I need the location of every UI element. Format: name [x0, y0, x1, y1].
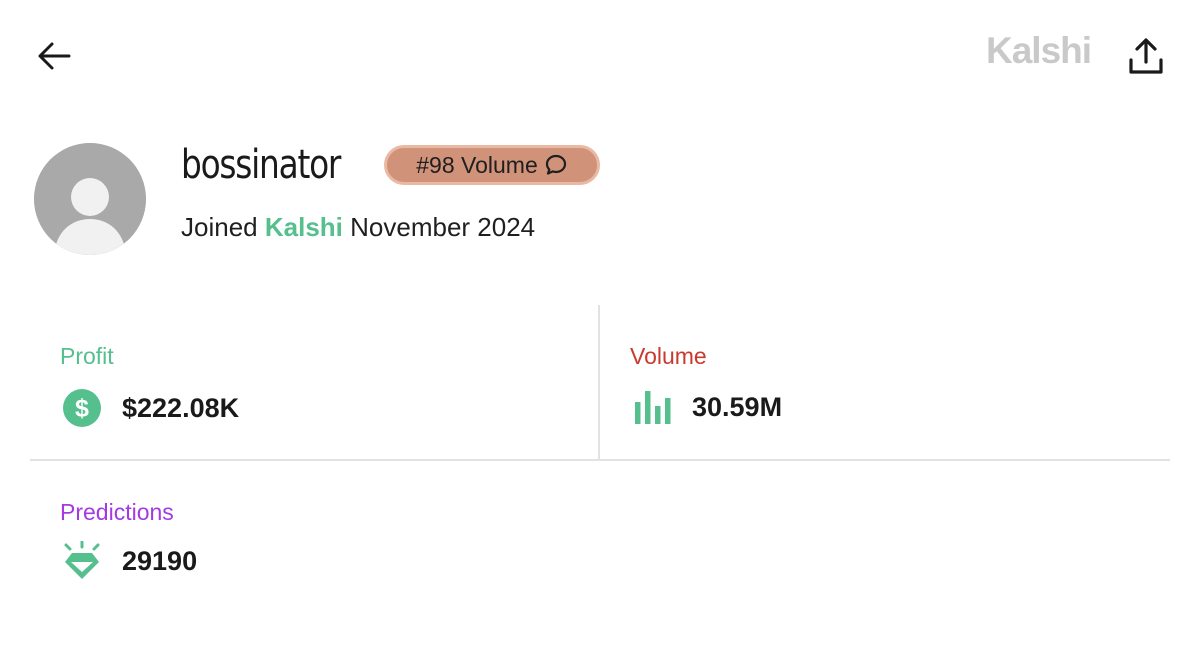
stats-divider-horizontal	[30, 459, 1170, 461]
kalshi-logo: Kalshi	[986, 30, 1092, 71]
arrow-left-icon	[38, 42, 71, 70]
volume-value: 30.59M	[692, 391, 783, 422]
volume-label: Volume	[630, 343, 707, 369]
joined-prefix: Joined	[181, 212, 258, 242]
joined-text: Joined Kalshi November 2024	[181, 212, 535, 243]
username: bossinator	[181, 142, 341, 188]
svg-text:$: $	[75, 395, 89, 423]
avatar	[34, 143, 146, 255]
profit-stat: $ $222.08K	[62, 388, 239, 428]
back-button[interactable]	[34, 36, 74, 76]
volume-stat: 30.59M	[634, 388, 782, 426]
joined-date: November 2024	[350, 212, 536, 242]
chat-bubble-icon	[545, 154, 566, 175]
profile-page: Kalshi bossinator #98 Volume Joined Kals…	[0, 0, 1200, 653]
badge-label: #98 Volume	[416, 151, 538, 178]
stats-divider-vertical	[598, 305, 600, 461]
joined-brand-link[interactable]: Kalshi	[265, 212, 343, 242]
predictions-label: Predictions	[60, 499, 174, 525]
share-button[interactable]	[1124, 34, 1168, 78]
profit-value: $222.08K	[122, 392, 240, 423]
user-placeholder-icon	[34, 143, 146, 255]
bar-chart-icon	[634, 388, 672, 426]
diamond-icon	[62, 541, 102, 581]
predictions-stat: 29190	[62, 541, 197, 581]
dollar-circle-icon: $	[62, 388, 102, 428]
share-upload-icon	[1129, 38, 1163, 74]
predictions-value: 29190	[122, 545, 198, 576]
profit-label: Profit	[60, 343, 114, 369]
volume-rank-badge[interactable]: #98 Volume	[384, 145, 600, 185]
